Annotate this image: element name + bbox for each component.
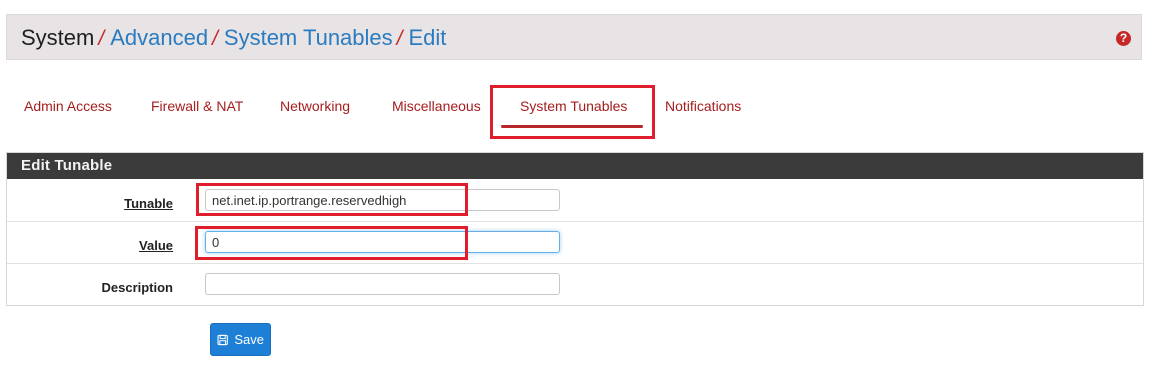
breadcrumb-system-tunables[interactable]: System Tunables [224, 25, 393, 50]
panel-title: Edit Tunable [7, 153, 1143, 179]
tab-notifications[interactable]: Notifications [665, 84, 741, 128]
save-button[interactable]: Save [210, 323, 271, 356]
tab-highlight-box [490, 85, 655, 139]
breadcrumb-separator: / [98, 27, 105, 50]
description-label: Description [101, 280, 173, 295]
tunable-label: Tunable [124, 196, 173, 211]
question-circle-icon[interactable]: ? [1116, 31, 1131, 46]
value-label: Value [139, 238, 173, 253]
tunable-input[interactable] [205, 189, 560, 211]
tab-admin-access[interactable]: Admin Access [24, 84, 112, 128]
tab-miscellaneous[interactable]: Miscellaneous [392, 84, 481, 128]
floppy-disk-icon [217, 334, 228, 345]
value-row: Value [7, 222, 1143, 264]
tab-networking[interactable]: Networking [280, 84, 350, 128]
value-input[interactable] [205, 231, 560, 253]
tab-bar: Admin Access Firewall & NAT Networking M… [0, 84, 800, 142]
breadcrumb-separator: / [212, 27, 218, 50]
page-header: System / Advanced / System Tunables / Edit ? [6, 14, 1142, 60]
breadcrumb: System / Advanced / System Tunables / Edit [21, 15, 446, 61]
save-button-label: Save [234, 332, 264, 347]
breadcrumb-advanced[interactable]: Advanced [110, 25, 208, 50]
breadcrumb-edit[interactable]: Edit [409, 25, 447, 50]
breadcrumb-separator: / [396, 27, 403, 50]
edit-tunable-panel: Edit Tunable Tunable Value Description [6, 152, 1144, 306]
tab-firewall-nat[interactable]: Firewall & NAT [151, 84, 243, 128]
description-input[interactable] [205, 273, 560, 295]
breadcrumb-system[interactable]: System [21, 25, 94, 50]
tunable-row: Tunable [7, 180, 1143, 222]
description-row: Description [7, 264, 1143, 306]
